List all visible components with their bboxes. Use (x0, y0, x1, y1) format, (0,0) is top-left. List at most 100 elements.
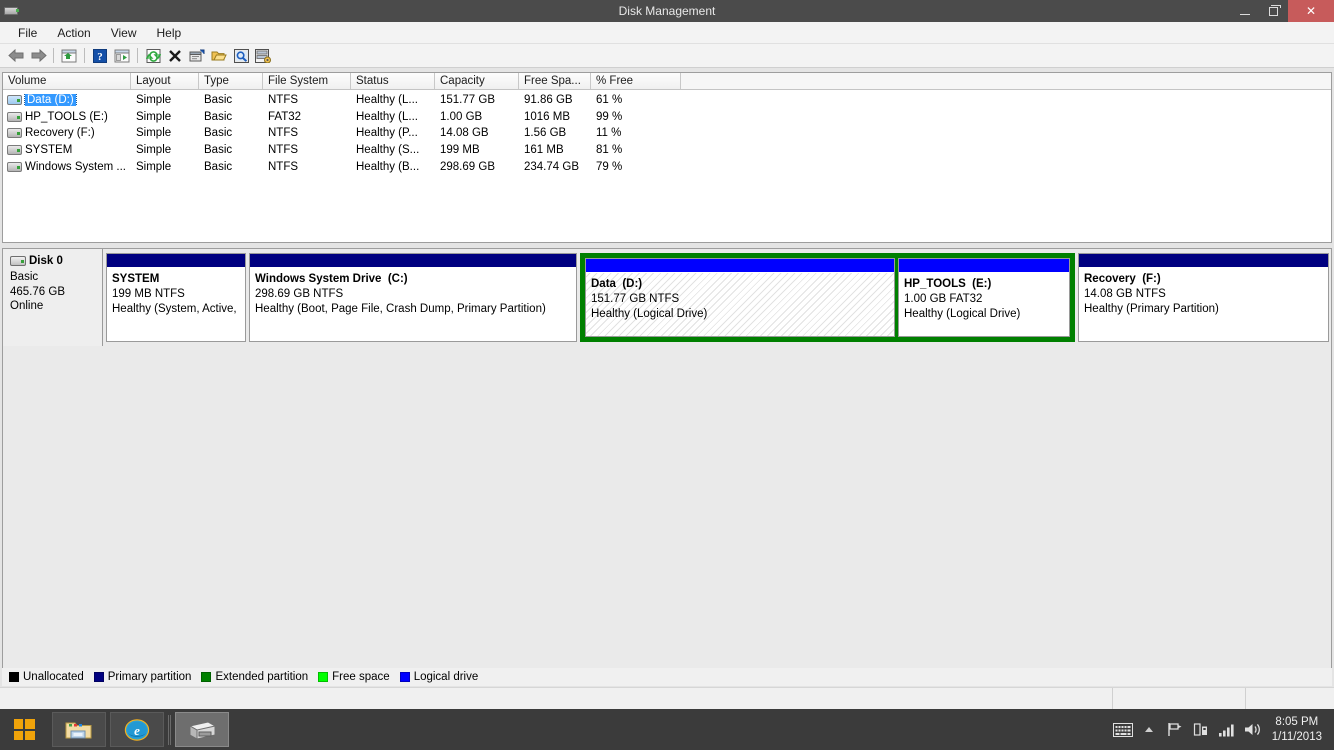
cell-volume[interactable]: Windows System ... (3, 161, 131, 173)
disk-0-row: Disk 0 Basic 465.76 GB Online SYSTEM 199… (3, 249, 1331, 346)
start-button[interactable] (0, 709, 48, 750)
cell-type: Basic (204, 144, 233, 157)
taskbar-clock[interactable]: 8:05 PM 1/11/2013 (1272, 715, 1328, 745)
legend-swatch (93, 672, 104, 682)
show-hidden-icons-chevron[interactable] (1136, 726, 1162, 734)
delete-icon[interactable] (164, 46, 186, 66)
status-segment-resize-grip[interactable] (1246, 688, 1334, 710)
cell-type: Basic (204, 94, 233, 107)
partition-health: Healthy (System, Active, (112, 303, 237, 315)
cell-status: Healthy (P... (356, 127, 418, 140)
partition-name: HP_TOOLS (E:) (904, 277, 1064, 292)
cell-percent-free: 61 % (596, 94, 623, 107)
partition-windows-system-drive[interactable]: Windows System Drive (C:) 298.69 GB NTFS… (249, 253, 577, 342)
volume-list-body: Data (D:) Simple Basic NTFS Healthy (L..… (3, 90, 1331, 175)
cell-volume[interactable]: SYSTEM (3, 144, 131, 156)
open-folder-icon[interactable] (208, 46, 230, 66)
cell-type: Basic (204, 127, 233, 140)
menu-action[interactable]: Action (47, 23, 100, 43)
partition-name: SYSTEM (112, 273, 160, 285)
partition-hp-tools[interactable]: HP_TOOLS (E:) 1.00 GB FAT32 Healthy (Log… (898, 258, 1070, 337)
keyboard-icon[interactable] (1110, 722, 1136, 737)
manage-icon[interactable] (252, 46, 274, 66)
partition-recovery[interactable]: Recovery (F:) 14.08 GB NTFS Healthy (Pri… (1078, 253, 1329, 342)
disk-graphical-view[interactable]: Disk 0 Basic 465.76 GB Online SYSTEM 199… (2, 248, 1332, 685)
cell-file-system: FAT32 (268, 110, 302, 123)
cell-free-space: 91.86 GB (524, 94, 573, 107)
toolbar-separator (53, 48, 54, 63)
disk-type: Basic (10, 271, 39, 283)
partition-name: Windows System Drive (C:) (255, 272, 571, 287)
taskbar-disk-management[interactable] (175, 712, 229, 747)
volume-icon[interactable] (1240, 722, 1266, 737)
column-header-capacity[interactable]: Capacity (435, 73, 519, 89)
help-icon[interactable]: ? (89, 46, 111, 66)
show-hide-pane-icon[interactable] (111, 46, 133, 66)
menu-help[interactable]: Help (147, 23, 192, 43)
minimize-button[interactable] (1230, 0, 1259, 22)
flag-action-center-icon[interactable] (1162, 722, 1188, 737)
maximize-restore-button[interactable] (1259, 0, 1288, 22)
column-header-file-system[interactable]: File System (263, 73, 351, 89)
system-tray: 8:05 PM 1/11/2013 (1110, 709, 1334, 750)
explore-icon[interactable] (230, 46, 252, 66)
partition-size-fs: 298.69 GB NTFS (255, 288, 344, 300)
menu-view[interactable]: View (101, 23, 147, 43)
taskbar-file-explorer[interactable] (52, 712, 106, 747)
partition-name-text: Data (591, 278, 616, 290)
cell-volume[interactable]: HP_TOOLS (E:) (3, 111, 131, 123)
column-header-layout[interactable]: Layout (131, 73, 199, 89)
legend-swatch (399, 672, 410, 682)
close-button[interactable]: ✕ (1288, 0, 1334, 22)
title-bar[interactable]: Disk Management ✕ (0, 0, 1334, 22)
table-row[interactable]: HP_TOOLS (E:) Simple Basic FAT32 Healthy… (3, 109, 1331, 126)
column-header-volume[interactable]: Volume (3, 73, 131, 89)
taskbar: e 8:05 PM 1/11/2013 (0, 709, 1334, 750)
partition-health: Healthy (Primary Partition) (1084, 303, 1219, 315)
taskbar-internet-explorer[interactable]: e (110, 712, 164, 747)
cell-percent-free: 99 % (596, 110, 623, 123)
partition-health: Healthy (Logical Drive) (904, 308, 1021, 320)
table-row[interactable]: Data (D:) Simple Basic NTFS Healthy (L..… (3, 92, 1331, 109)
cell-volume[interactable]: Data (D:) (3, 94, 131, 107)
legend-item-logical-drive: Logical drive (399, 671, 478, 683)
partition-drive-letter: (C:) (387, 273, 408, 285)
partition-system[interactable]: SYSTEM 199 MB NTFS Healthy (System, Acti… (106, 253, 246, 342)
signal-bars-icon[interactable] (1214, 723, 1240, 737)
up-one-level-icon[interactable] (58, 46, 80, 66)
volume-list-header: Volume Layout Type File System Status Ca… (3, 73, 1331, 90)
disk-0-info[interactable]: Disk 0 Basic 465.76 GB Online (3, 249, 103, 346)
forward-arrow-icon[interactable] (27, 46, 49, 66)
cell-status: Healthy (S... (356, 144, 420, 157)
clock-time: 8:05 PM (1275, 715, 1319, 728)
properties-icon[interactable] (186, 46, 208, 66)
cell-layout: Simple (136, 94, 172, 107)
legend-label: Extended partition (215, 671, 309, 683)
cell-percent-free: 81 % (596, 144, 623, 157)
column-header-type[interactable]: Type (199, 73, 263, 89)
disk-drive-icon (4, 4, 20, 18)
volume-name: HP_TOOLS (E:) (25, 110, 108, 123)
windows-logo-icon (13, 719, 35, 740)
rescan-disks-icon[interactable] (142, 46, 164, 66)
cell-free-space: 234.74 GB (524, 160, 579, 173)
status-bar (0, 687, 1334, 710)
menu-file[interactable]: File (8, 23, 47, 43)
legend-label: Unallocated (23, 671, 84, 683)
partition-data[interactable]: Data (D:) 151.77 GB NTFS Healthy (Logica… (585, 258, 895, 337)
column-header-percent-free[interactable]: % Free (591, 73, 681, 89)
network-icon[interactable] (1188, 722, 1214, 737)
table-row[interactable]: Recovery (F:) Simple Basic NTFS Healthy … (3, 125, 1331, 142)
column-header-free-space[interactable]: Free Spa... (519, 73, 591, 89)
table-row[interactable]: Windows System ... Simple Basic NTFS Hea… (3, 158, 1331, 175)
partition-color-bar (250, 254, 576, 267)
partition-name-text: Windows System Drive (255, 273, 382, 285)
back-arrow-icon[interactable] (5, 46, 27, 66)
extended-partition-container[interactable]: Data (D:) 151.77 GB NTFS Healthy (Logica… (580, 253, 1075, 342)
column-header-status[interactable]: Status (351, 73, 435, 89)
table-row[interactable]: SYSTEM Simple Basic NTFS Healthy (S... 1… (3, 142, 1331, 159)
cell-volume[interactable]: Recovery (F:) (3, 127, 131, 139)
toolbar: ? (0, 44, 1334, 68)
volume-list-panel[interactable]: Volume Layout Type File System Status Ca… (2, 72, 1332, 243)
legend-swatch (201, 672, 212, 682)
